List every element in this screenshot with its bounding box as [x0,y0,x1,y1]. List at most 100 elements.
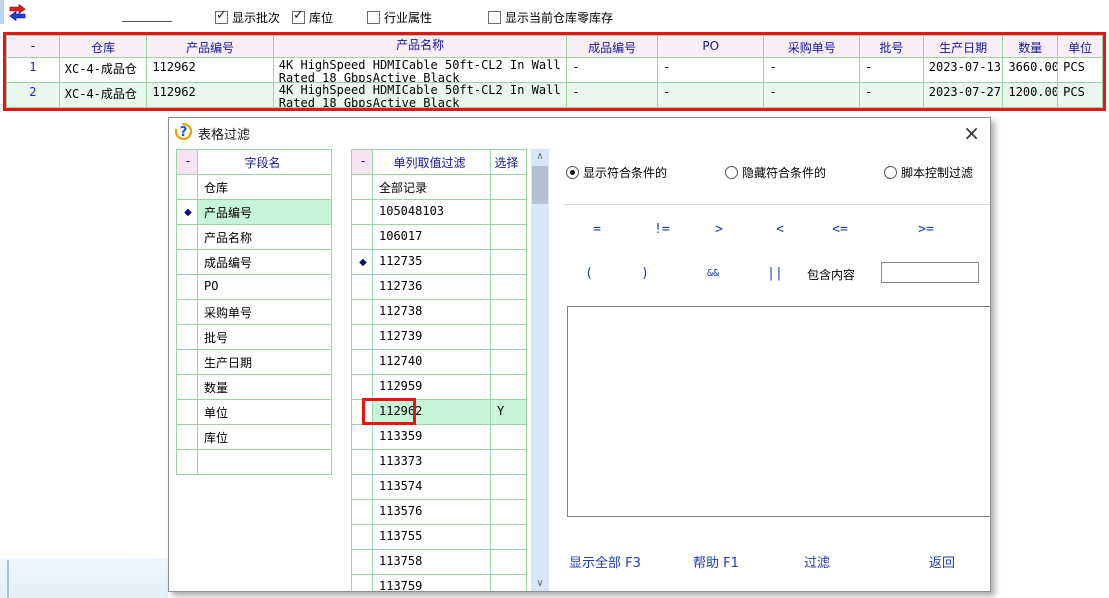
cursor-row-marker-icon: ◆ [359,257,367,268]
purchase-order-cell: - [764,82,860,107]
field-row[interactable]: 库位 [177,425,332,450]
filter-button[interactable]: 过滤 [804,552,830,571]
col-header-finished-code[interactable]: 成品编号 [567,36,658,57]
value-row[interactable]: 全部记录 [352,175,527,200]
value-grid-select-header: 选择 [491,150,527,175]
field-row[interactable]: PO [177,275,332,300]
dialog-help-icon: ? [175,123,192,143]
field-row[interactable]: 数量 [177,375,332,400]
col-header-index[interactable]: - [7,36,60,57]
checkbox-show-zero-stock[interactable]: 显示当前仓库零库存 [488,9,613,26]
unit-cell: PCS [1058,57,1102,82]
radio-icon[interactable] [566,166,579,179]
scrollbar-thumb[interactable] [532,166,548,204]
warehouse-cell: XC-4-成品仓 [60,57,148,82]
operator-not-equals[interactable]: != [654,222,670,237]
operator-equals[interactable]: = [593,222,601,237]
checkbox-icon[interactable] [292,11,305,24]
col-header-purchase-order[interactable]: 采购单号 [764,36,860,57]
radio-script-filter[interactable]: 脚本控制过滤 [884,164,973,181]
production-date-cell: 2023-07-13 [924,57,1004,82]
value-row[interactable]: 113576 [352,500,527,525]
checkbox-icon[interactable] [367,11,380,24]
field-row-selected[interactable]: ◆ 产品编号 [177,200,332,225]
checkbox-icon[interactable] [215,11,228,24]
field-row[interactable]: 产品名称 [177,225,332,250]
value-row[interactable]: 113373 [352,450,527,475]
checkbox-industry-attr[interactable]: 行业属性 [367,9,432,26]
field-row[interactable]: 生产日期 [177,350,332,375]
contains-label: 包含内容 [807,266,855,283]
value-row[interactable]: 112740 [352,350,527,375]
value-filter-grid: - 单列取值过滤 选择 全部记录 105048103 106017 ◆ 1127… [351,149,527,592]
table-row[interactable]: 1 XC-4-成品仓 112962 4K HighSpeed HDMICable… [7,57,1102,82]
operator-or[interactable]: || [767,266,783,281]
help-button[interactable]: 帮助 F1 [693,552,739,571]
radio-icon[interactable] [725,166,738,179]
operator-greater-equal[interactable]: >= [918,222,934,237]
operator-less-equal[interactable]: <= [832,222,848,237]
col-header-quantity[interactable]: 数量 [1003,36,1058,57]
radio-icon[interactable] [884,166,897,179]
col-header-po[interactable]: PO [658,36,765,57]
background-panel-edge [7,560,9,598]
value-row[interactable]: 112739 [352,325,527,350]
close-icon[interactable]: × [963,120,980,146]
field-row[interactable]: 成品编号 [177,250,332,275]
checkbox-location[interactable]: 库位 [292,9,333,26]
value-row[interactable]: 106017 [352,225,527,250]
col-header-warehouse[interactable]: 仓库 [60,36,148,57]
value-row[interactable]: 113574 [352,475,527,500]
field-row[interactable]: 单位 [177,400,332,425]
value-row[interactable]: 113755 [352,525,527,550]
field-row[interactable]: 批号 [177,325,332,350]
value-row[interactable]: 112736 [352,275,527,300]
filter-mode-radios: 显示符合条件的 隐藏符合条件的 脚本控制过滤 [566,164,973,181]
field-row[interactable] [177,450,332,475]
value-row[interactable]: 112738 [352,300,527,325]
radio-show-matching[interactable]: 显示符合条件的 [566,164,667,181]
radio-hide-matching[interactable]: 隐藏符合条件的 [725,164,826,181]
col-header-product-code[interactable]: 产品编号 [147,36,273,57]
batch-cell: - [860,82,924,107]
value-row[interactable]: 113758 [352,550,527,575]
operator-close-paren[interactable]: ) [641,266,649,281]
warehouse-cell: XC-4-成品仓 [60,82,148,107]
col-header-product-name[interactable]: 产品名称 [274,36,568,57]
field-row[interactable]: 采购单号 [177,300,332,325]
value-row[interactable]: 113359 [352,425,527,450]
col-header-unit[interactable]: 单位 [1058,36,1102,57]
field-row[interactable]: 仓库 [177,175,332,200]
show-all-button[interactable]: 显示全部 F3 [569,552,641,571]
dialog-title: 表格过滤 [198,124,250,143]
swap-arrows-icon[interactable] [8,3,27,25]
checkbox-show-batch[interactable]: 显示批次 [215,9,280,26]
contains-input[interactable] [881,262,979,283]
operator-and[interactable]: && [707,268,719,279]
row-index: 1 [7,57,60,82]
checkbox-label: 显示当前仓库零库存 [505,9,613,26]
operator-open-paren[interactable]: ( [585,266,593,281]
dialog-titlebar[interactable]: ? 表格过滤 × [169,118,990,148]
quick-filter-input[interactable] [122,6,172,22]
value-row[interactable]: 105048103 [352,200,527,225]
value-row-cursor[interactable]: ◆ 112735 [352,250,527,275]
scroll-up-icon[interactable]: ∧ [531,149,549,166]
col-header-batch[interactable]: 批号 [860,36,924,57]
table-row[interactable]: 2 XC-4-成品仓 112962 4K HighSpeed HDMICable… [7,82,1102,107]
return-button[interactable]: 返回 [929,552,955,571]
row-index: 2 [7,82,60,107]
value-row[interactable]: 112959 [352,375,527,400]
operator-less[interactable]: < [776,222,784,237]
value-row[interactable]: 113759 [352,575,527,592]
batch-cell: - [860,57,924,82]
filter-expression-textarea[interactable] [567,306,991,517]
value-grid-scrollbar[interactable]: ∧ ∨ [531,149,549,592]
scroll-down-icon[interactable]: ∨ [531,576,549,592]
col-header-production-date[interactable]: 生产日期 [924,36,1004,57]
selected-row-marker-icon: ◆ [184,207,192,218]
operator-greater[interactable]: > [715,222,723,237]
checkbox-icon[interactable] [488,11,501,24]
value-row-selected[interactable]: 112962 Y [352,400,527,425]
finished-code-cell: - [567,82,658,107]
